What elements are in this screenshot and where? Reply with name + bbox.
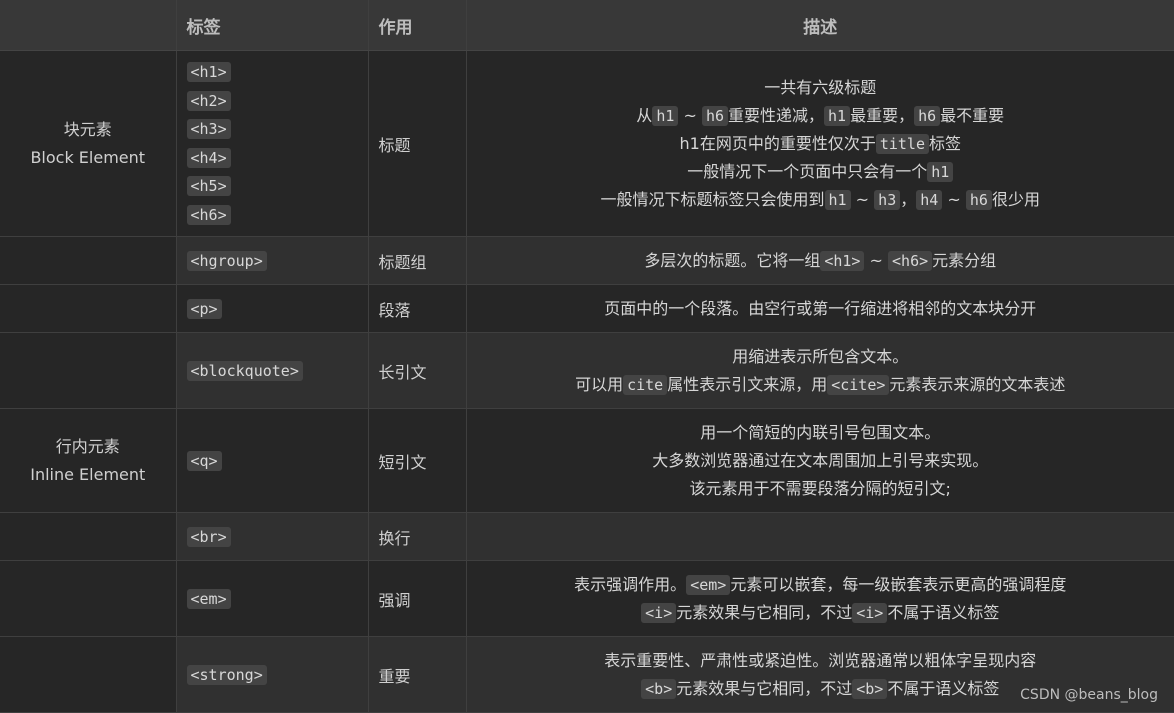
- group-empty: [0, 332, 177, 409]
- group-inline-en: Inline Element: [30, 464, 146, 484]
- tag-cell: <em>: [176, 560, 369, 637]
- table-row: <strong> 重要 表示重要性、严肃性或紧迫性。浏览器通常以粗体字呈现内容 …: [0, 636, 1174, 713]
- group-empty: [0, 636, 177, 713]
- group-block-zh: 块元素: [63, 119, 112, 139]
- description-cell: 用缩进表示所包含文本。 可以用 cite 属性表示引文来源，用 <cite> 元素表示来…: [466, 332, 1174, 409]
- desc-line: 一般情况下一个页面中只会有一个 h1: [477, 158, 1165, 186]
- role-cell: 标题组: [368, 236, 467, 285]
- role-cell: 段落: [368, 284, 467, 333]
- desc-line: 用缩进表示所包含文本。: [732, 346, 909, 366]
- desc-line: 一共有六级标题: [764, 77, 877, 97]
- group-empty: [0, 284, 177, 333]
- desc-line: 一般情况下标题标签只会使用到 h1 ~ h3， h4 ~ h6 很少用: [600, 189, 1040, 210]
- role-cell: 重要: [368, 636, 467, 713]
- tag-code: <hgroup>: [186, 251, 267, 271]
- role-cell: 强调: [368, 560, 467, 637]
- header-description: 描述: [466, 0, 1174, 51]
- table-header-row: 标签 作用 描述: [0, 0, 1174, 51]
- watermark: CSDN @beans_blog: [1020, 687, 1158, 703]
- tag-cell: <hgroup>: [176, 236, 369, 285]
- desc-line: 多层次的标题。它将一组 <h1> ~ <h6> 元素分组: [644, 250, 997, 271]
- role-cell: 换行: [368, 512, 467, 561]
- group-block-en: Block Element: [30, 147, 146, 167]
- role-cell: 标题: [368, 50, 467, 237]
- desc-line: 该元素用于不需要段落分隔的短引文;: [689, 478, 951, 498]
- group-empty: [0, 236, 177, 285]
- tag-code: <h6>: [186, 204, 231, 225]
- tag-code: <br>: [186, 527, 231, 547]
- group-inline: 行内元素 Inline Element: [0, 408, 177, 513]
- role-cell: 长引文: [368, 332, 467, 409]
- tag-cell: <br>: [176, 512, 369, 561]
- group-empty: [0, 560, 177, 637]
- tag-code: <h1>: [186, 62, 231, 82]
- html-elements-table: 标签 作用 描述 块元素 Block Element <h1> <h2> <h3…: [0, 0, 1174, 713]
- group-block: 块元素 Block Element: [0, 50, 177, 237]
- role-cell: 短引文: [368, 408, 467, 513]
- desc-line: 表示重要性、严肃性或紧迫性。浏览器通常以粗体字呈现内容: [604, 650, 1037, 670]
- table-row: <hgroup> 标题组 多层次的标题。它将一组 <h1> ~ <h6> 元素分组: [0, 236, 1174, 285]
- tag-cell: <blockquote>: [176, 332, 369, 409]
- header-tag: 标签: [176, 0, 369, 51]
- tag-code: <em>: [186, 589, 231, 609]
- desc-line: h1在网页中的重要性仅次于 title 标签: [679, 133, 961, 154]
- description-cell: 表示强调作用。 <em> 元素可以嵌套，每一级嵌套表示更高的强调程度 <i> 元素效果…: [466, 560, 1174, 637]
- table-row: <blockquote> 长引文 用缩进表示所包含文本。 可以用 cite 属性表示…: [0, 332, 1174, 409]
- header-category: [0, 0, 177, 51]
- group-empty: [0, 512, 177, 561]
- tag-cell: <q>: [176, 408, 369, 513]
- desc-line: 页面中的一个段落。由空行或第一行缩进将相邻的文本块分开: [604, 298, 1037, 318]
- desc-line: 可以用 cite 属性表示引文来源，用 <cite> 元素表示来源的文本表述: [575, 374, 1066, 395]
- description-cell: 用一个简短的内联引号包围文本。 大多数浏览器通过在文本周围加上引号来实现。 该元…: [466, 408, 1174, 513]
- desc-line: 表示强调作用。 <em> 元素可以嵌套，每一级嵌套表示更高的强调程度: [574, 574, 1067, 595]
- table-row: <p> 段落 页面中的一个段落。由空行或第一行缩进将相邻的文本块分开: [0, 284, 1174, 333]
- description-cell: 页面中的一个段落。由空行或第一行缩进将相邻的文本块分开: [466, 284, 1174, 333]
- header-role: 作用: [368, 0, 467, 51]
- tag-cell: <strong>: [176, 636, 369, 713]
- tag-cell: <h1> <h2> <h3> <h4> <h5> <h6>: [176, 50, 369, 237]
- tag-code: <p>: [186, 299, 222, 319]
- tag-code: <h5>: [186, 176, 231, 196]
- tag-code: <h2>: [186, 90, 231, 111]
- desc-line: 从 h1 ~ h6 重要性递减， h1 最重要， h6 最不重要: [636, 105, 1005, 126]
- tag-code: <h4>: [186, 147, 231, 168]
- desc-line: 用一个简短的内联引号包围文本。: [700, 422, 941, 442]
- tag-code: <blockquote>: [186, 361, 303, 381]
- tag-cell: <p>: [176, 284, 369, 333]
- table-row: <em> 强调 表示强调作用。 <em> 元素可以嵌套，每一级嵌套表示更高的强调程度…: [0, 560, 1174, 637]
- group-inline-zh: 行内元素: [55, 436, 120, 456]
- tag-code: <q>: [186, 451, 222, 471]
- table-row: 行内元素 Inline Element <q> 短引文 用一个简短的内联引号包围…: [0, 408, 1174, 513]
- description-cell: [466, 512, 1174, 561]
- table-row: 块元素 Block Element <h1> <h2> <h3> <h4> <h…: [0, 50, 1174, 237]
- table-row: <br> 换行: [0, 512, 1174, 561]
- desc-line: 大多数浏览器通过在文本周围加上引号来实现。: [652, 450, 989, 470]
- tag-code: <strong>: [186, 665, 267, 685]
- tag-code: <h3>: [186, 119, 231, 139]
- desc-line: <i> 元素效果与它相同，不过 <i> 不属于语义标签: [477, 599, 1165, 627]
- description-cell: 一共有六级标题 从 h1 ~ h6 重要性递减， h1 最重要， h6 最不重要 h1在网页…: [466, 50, 1174, 237]
- description-cell: 多层次的标题。它将一组 <h1> ~ <h6> 元素分组: [466, 236, 1174, 285]
